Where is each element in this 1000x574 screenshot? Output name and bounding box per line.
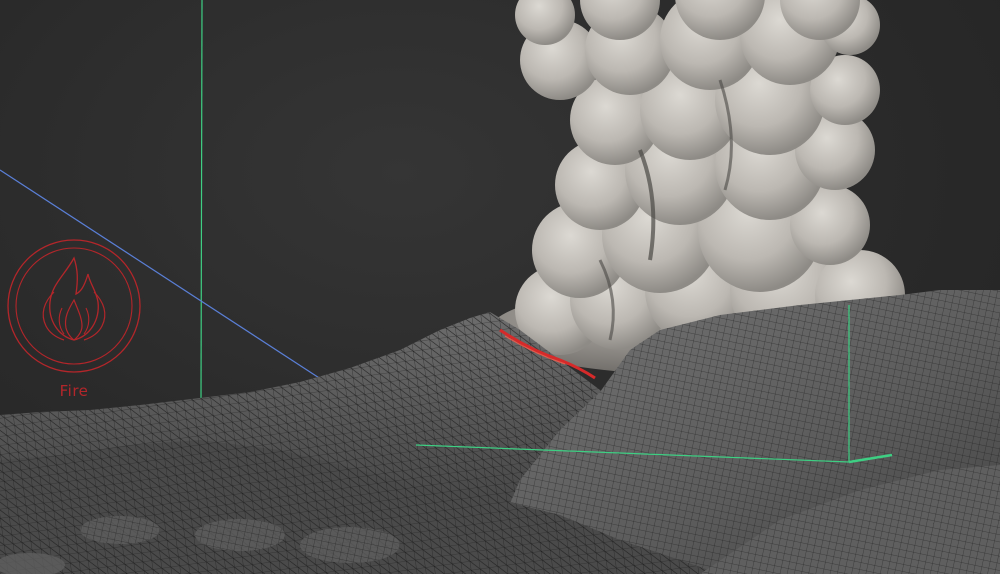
z-axis-line-left (200, 0, 203, 401)
3d-viewport[interactable]: Fire (0, 0, 1000, 574)
flame-icon (7, 239, 141, 373)
scene-canvas[interactable] (0, 0, 1000, 574)
fire-helper[interactable]: Fire (4, 236, 144, 406)
fire-helper-label: Fire (59, 382, 89, 400)
